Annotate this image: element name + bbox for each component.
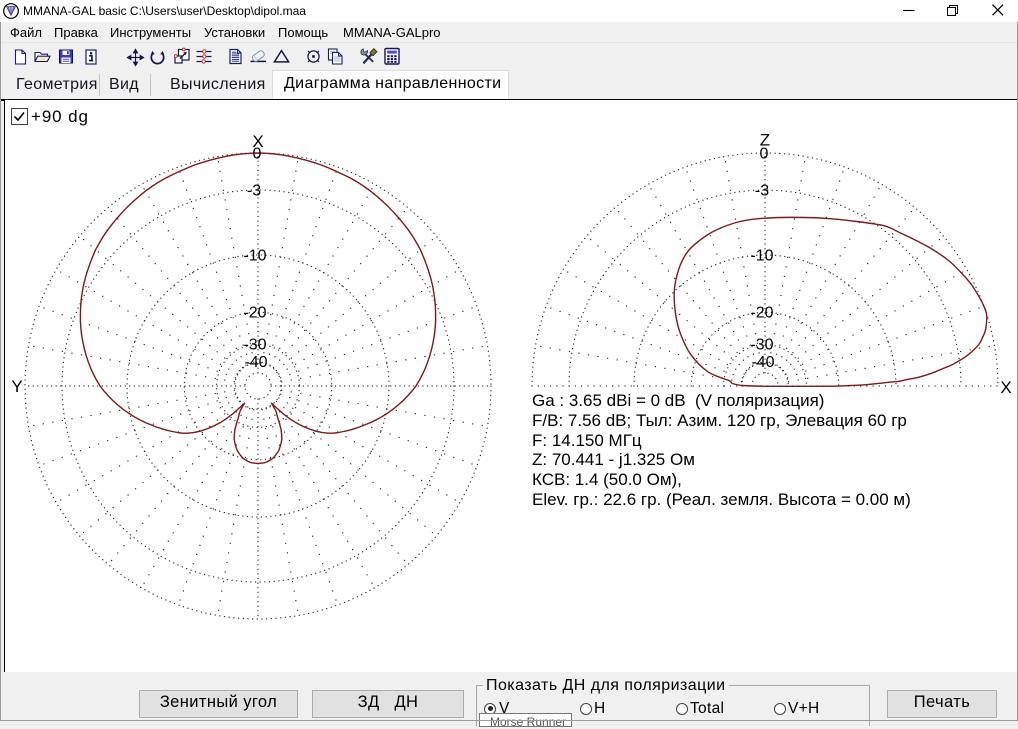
svg-text:X: X: [1000, 378, 1011, 397]
svg-text:-30: -30: [243, 337, 266, 354]
svg-text:-3: -3: [247, 183, 261, 200]
svg-text:-10: -10: [243, 248, 266, 265]
svg-text:0: 0: [760, 146, 769, 163]
svg-text:Y: Y: [11, 377, 22, 396]
svg-text:-3: -3: [755, 183, 769, 200]
svg-text:-30: -30: [750, 337, 773, 354]
svg-text:-20: -20: [243, 305, 266, 322]
svg-text:-40: -40: [751, 354, 774, 371]
svg-text:-40: -40: [244, 354, 267, 371]
svg-text:0: 0: [253, 146, 262, 163]
svg-text:-20: -20: [750, 305, 773, 322]
svg-text:-10: -10: [750, 248, 773, 265]
